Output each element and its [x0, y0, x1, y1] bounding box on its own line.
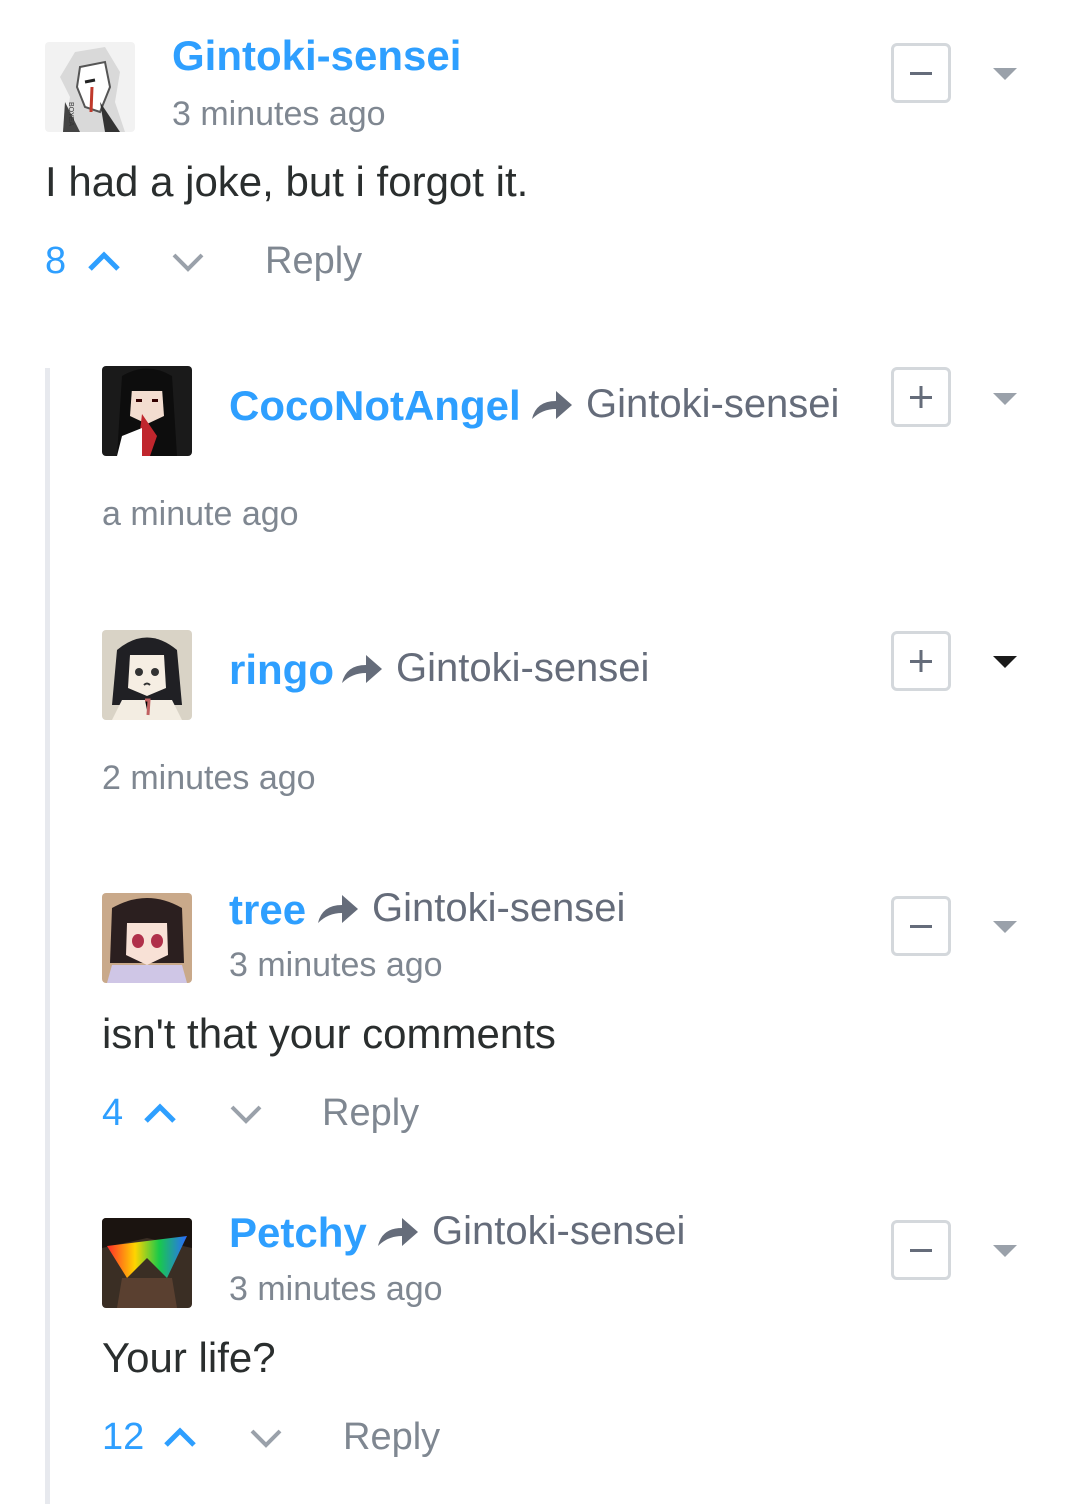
reply-arrow-icon [532, 390, 572, 419]
comment-text: I had a joke, but i forgot it. [45, 158, 529, 205]
avatar[interactable] [102, 1218, 192, 1308]
chevron-up-icon[interactable] [142, 1101, 178, 1125]
reply-to-name: Gintoki-sensei [586, 382, 840, 426]
caret-down-icon[interactable] [993, 393, 1017, 405]
reply-to-name: Gintoki-sensei [432, 1209, 686, 1253]
author-name[interactable]: Petchy [229, 1209, 367, 1257]
reply-button[interactable]: Reply [265, 240, 362, 283]
vote-count: 12 [102, 1416, 145, 1458]
author-name[interactable]: Gintoki-sensei [172, 32, 461, 80]
timestamp[interactable]: 3 minutes ago [229, 1270, 443, 1309]
caret-down-icon[interactable] [993, 921, 1017, 933]
avatar[interactable]: BOYEA [45, 42, 135, 132]
minus-icon [910, 72, 932, 75]
expand-button[interactable] [891, 367, 951, 427]
timestamp[interactable]: 3 minutes ago [172, 95, 386, 134]
reply-to[interactable]: Gintoki-sensei [340, 646, 649, 691]
plus-icon [910, 650, 932, 672]
reply-to[interactable]: Gintoki-sensei [316, 886, 625, 931]
chevron-up-icon[interactable] [86, 249, 122, 273]
caret-down-icon[interactable] [993, 68, 1017, 80]
chevron-down-icon[interactable] [170, 249, 206, 273]
timestamp[interactable]: 2 minutes ago [102, 759, 316, 798]
chevron-up-icon[interactable] [162, 1425, 198, 1449]
comment-text: Your life? [102, 1334, 276, 1381]
author-name[interactable]: tree [229, 886, 306, 934]
author-name[interactable]: ringo [229, 646, 334, 694]
timestamp[interactable]: 3 minutes ago [229, 946, 443, 985]
reply-arrow-icon [318, 894, 358, 923]
reply-to[interactable]: Gintoki-sensei [530, 382, 839, 427]
chevron-down-icon[interactable] [228, 1101, 264, 1125]
chevron-down-icon[interactable] [248, 1425, 284, 1449]
collapse-button[interactable] [891, 896, 951, 956]
reply-arrow-icon [342, 654, 382, 683]
timestamp[interactable]: a minute ago [102, 495, 299, 534]
avatar[interactable] [102, 893, 192, 983]
reply-to-name: Gintoki-sensei [396, 646, 650, 690]
reply-to-name: Gintoki-sensei [372, 886, 626, 930]
caret-down-icon[interactable] [993, 656, 1017, 668]
caret-down-icon[interactable] [993, 1245, 1017, 1257]
collapse-button[interactable] [891, 43, 951, 103]
svg-text:BOYEA: BOYEA [67, 102, 74, 126]
thread-indent-line [45, 368, 50, 1504]
comment-text: isn't that your comments [102, 1010, 556, 1057]
reply-button[interactable]: Reply [343, 1416, 440, 1459]
reply-to[interactable]: Gintoki-sensei [376, 1209, 685, 1254]
vote-count: 4 [102, 1092, 124, 1134]
author-name[interactable]: CocoNotAngel [229, 382, 521, 430]
minus-icon [910, 1249, 932, 1252]
expand-button[interactable] [891, 631, 951, 691]
reply-button[interactable]: Reply [322, 1092, 419, 1135]
comment-thread: BOYEA Gintoki-sensei 3 minutes ago I had… [0, 0, 1080, 1504]
avatar[interactable] [102, 630, 192, 720]
avatar[interactable] [102, 366, 192, 456]
reply-arrow-icon [378, 1217, 418, 1246]
minus-icon [910, 925, 932, 928]
vote-count: 8 [45, 240, 67, 282]
plus-icon [910, 386, 932, 408]
collapse-button[interactable] [891, 1220, 951, 1280]
